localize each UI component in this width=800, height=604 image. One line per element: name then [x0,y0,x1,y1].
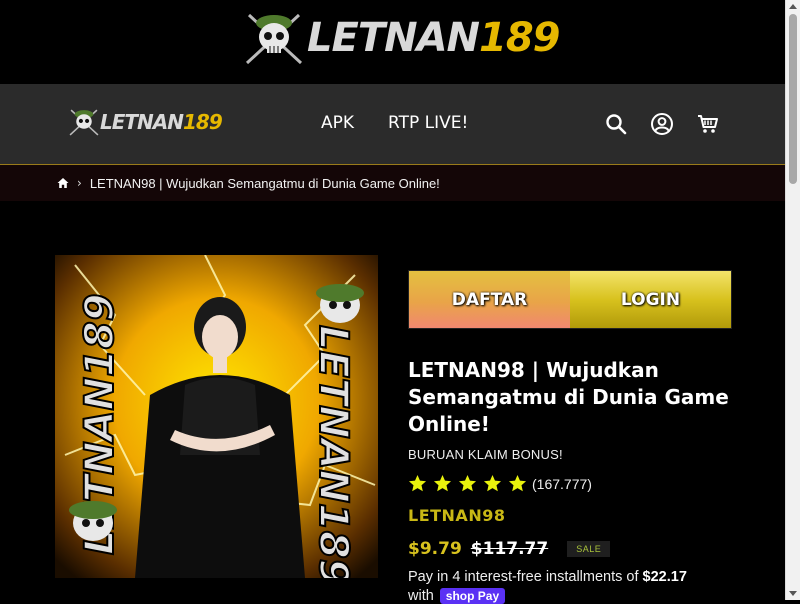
logo-wordmark: LETNAN189 [307,15,561,61]
logo-text-white: LETNAN [307,15,480,61]
installments-label: Pay in 4 interest-free installments of [408,569,643,585]
breadcrumb-current: LETNAN98 | Wujudkan Semangatmu di Dunia … [89,175,440,191]
star-icon [483,474,502,492]
home-icon[interactable] [57,177,69,189]
scrollbar-thumb[interactable] [789,14,797,184]
breadcrumb: › LETNAN98 | Wujudkan Semangatmu di Duni… [0,165,786,201]
star-icon [508,474,527,492]
with-label: with [408,588,434,604]
cart-icon[interactable] [696,112,720,136]
product-title: LETNAN98 | Wujudkan Semangatmu di Dunia … [408,358,729,436]
daftar-button[interactable]: DAFTAR [409,271,570,328]
nav-links: APK RTP LIVE! [321,113,468,133]
shop-pay-row: with shop Pay [408,588,506,604]
shop-pay-logo[interactable]: shop Pay [439,588,506,604]
skull-logo-icon [245,13,303,65]
image-side-text-right: LETNAN189 [310,325,356,578]
price-row: $9.79 $117.77 SALE [408,539,611,559]
nav-logo[interactable]: LETNAN189 [68,106,223,138]
product-image[interactable]: LETNAN189 LETNAN189 [55,255,378,578]
account-icon[interactable] [650,112,674,136]
sale-badge: SALE [567,541,611,557]
page-scrollbar[interactable] [785,0,800,600]
scroll-up-arrow-icon[interactable] [789,4,797,9]
rating-count: (167.777) [532,475,592,492]
skull-logo-icon [69,109,99,136]
main-navbar: LETNAN189 APK RTP LIVE! [0,84,786,165]
nav-link-rtp-live[interactable]: RTP LIVE! [388,113,468,133]
nav-logo-text-white: LETNAN [100,110,184,134]
top-header: LETNAN189 [0,0,786,85]
compare-price: $117.77 [470,539,549,559]
site-logo[interactable]: LETNAN189 [243,8,561,68]
search-icon[interactable] [604,112,628,136]
product-subtitle: BURUAN KLAIM BONUS! [408,447,563,462]
product-rating[interactable]: (167.777) [408,474,592,493]
product-vendor[interactable]: LETNAN98 [408,506,505,525]
star-icon [408,474,427,492]
scroll-down-arrow-icon[interactable] [789,591,797,596]
auth-buttons: DAFTAR LOGIN [408,270,732,329]
nav-logo-wordmark: LETNAN189 [100,110,223,134]
sale-price: $9.79 [408,539,462,559]
nav-icons [604,112,720,136]
login-button[interactable]: LOGIN [570,271,731,328]
product-image-art: LETNAN189 LETNAN189 [55,255,378,578]
installments-amount: $22.17 [642,569,687,585]
installments-text: Pay in 4 interest-free installments of $… [408,569,768,585]
star-icon [458,474,477,492]
logo-text-yellow: 189 [479,15,560,61]
breadcrumb-separator: › [77,176,82,190]
star-icon [433,474,452,492]
nav-link-apk[interactable]: APK [321,113,354,133]
nav-logo-text-yellow: 189 [183,110,223,134]
